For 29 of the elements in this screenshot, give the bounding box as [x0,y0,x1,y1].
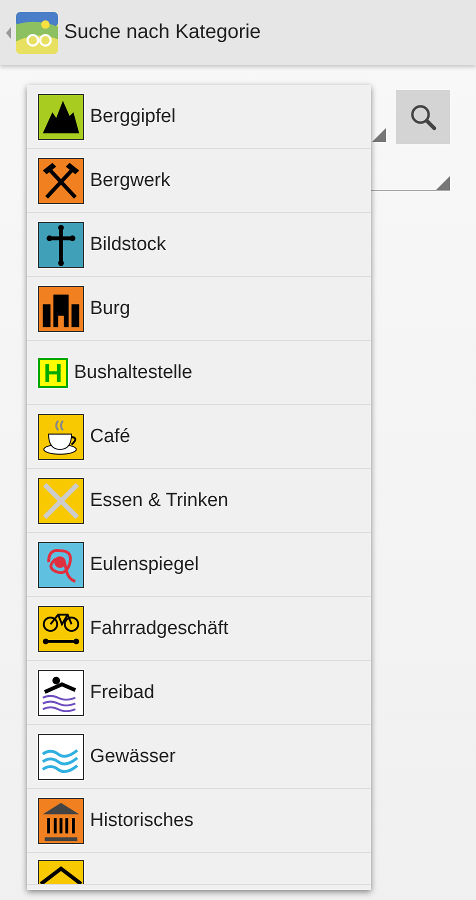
waves-icon [38,734,84,780]
knot-icon [38,542,84,588]
mountain-icon [38,94,84,140]
category-option[interactable]: Burg [90,298,130,320]
category-option[interactable]: Freibad [90,682,154,704]
bus-stop-icon: H [38,358,68,388]
back-icon[interactable] [6,26,11,38]
category-option[interactable]: Essen & Trinken [90,490,228,512]
crossed-hammers-icon [38,158,84,204]
swimmer-icon [38,670,84,716]
cross-icon [38,222,84,268]
category-option[interactable]: Berggipfel [90,106,176,128]
category-option[interactable]: Bushaltestelle [74,362,192,384]
cup-icon [38,414,84,460]
category-option[interactable]: Bildstock [90,234,166,256]
category-option[interactable]: Gewässer [90,746,176,768]
columned-building-icon [38,798,84,844]
category-option[interactable]: Bergwerk [90,170,170,192]
category-option[interactable]: Café [90,426,130,448]
fork-and-knife-icon [38,478,84,524]
castle-icon [38,286,84,332]
search-icon [408,102,438,132]
bicycle-and-wrench-icon [38,606,84,652]
app-logo-icon[interactable] [16,12,58,54]
search-button[interactable] [396,90,450,144]
category-option[interactable]: Eulenspiegel [90,554,199,576]
screen-title: Suche nach Kategorie [64,21,261,44]
category-option[interactable]: Fahrradgeschäft [90,618,228,640]
category-option[interactable]: Historisches [90,810,194,832]
